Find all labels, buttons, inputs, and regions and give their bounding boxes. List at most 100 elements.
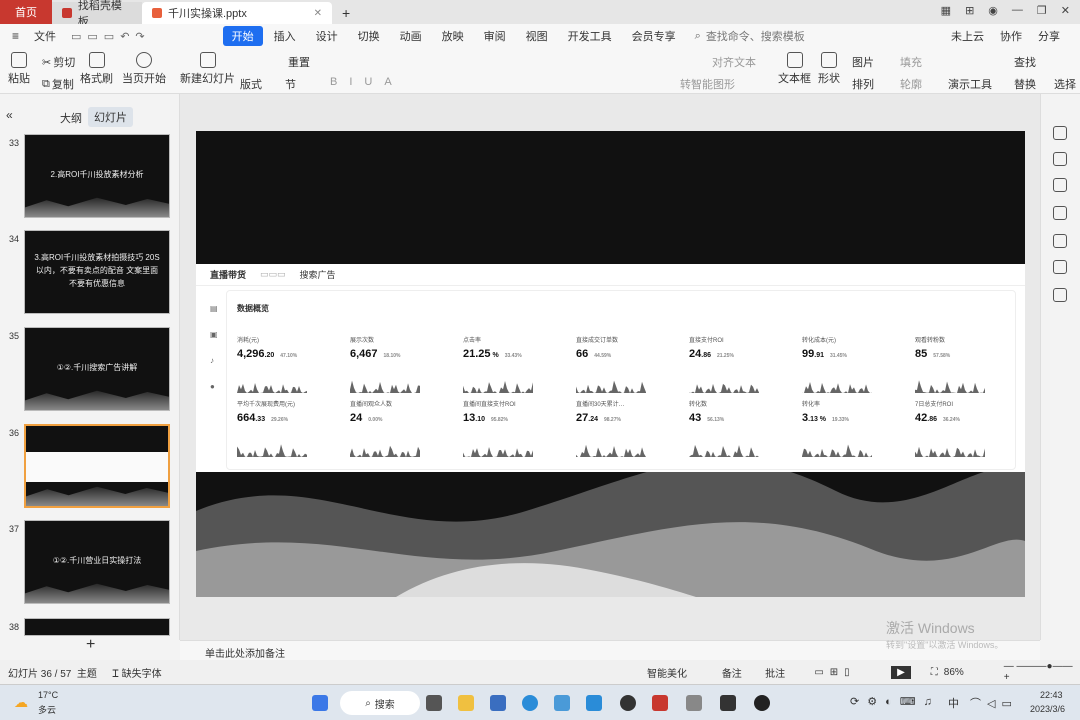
menu-file[interactable]: 文件 <box>25 26 65 46</box>
share-button[interactable]: 分享 <box>1038 28 1080 44</box>
zoom-slider[interactable]: — ———●—— + <box>964 661 1080 683</box>
menu-slideshow[interactable]: 放映 <box>433 26 473 46</box>
slide-thumbnail[interactable]: 2.高ROI千川投放素材分析 <box>24 134 170 218</box>
comment-toggle[interactable]: 批注 <box>765 665 814 680</box>
paste-button[interactable]: 粘贴 <box>8 52 30 86</box>
app-icon[interactable] <box>554 695 570 711</box>
store-icon[interactable] <box>490 695 506 711</box>
replace-button[interactable]: 替换 <box>1014 76 1036 92</box>
slide-thumbnail[interactable]: ①②.千川营业日实操打法 <box>24 520 170 604</box>
convert-smartart-button[interactable]: 转智能图形 <box>680 76 735 92</box>
metric-card[interactable]: 直接支付ROI 24.86 21.25% <box>689 335 789 393</box>
align-text-button[interactable]: 对齐文本 <box>712 54 756 70</box>
menu-design[interactable]: 设计 <box>307 26 347 46</box>
video-app-icon[interactable] <box>720 695 736 711</box>
play-from-current-button[interactable]: 当页开始 <box>122 52 166 86</box>
view-buttons[interactable]: ▭⊞▯ <box>814 667 891 678</box>
cloud-app-icon[interactable] <box>586 695 602 711</box>
tab-slides[interactable]: 幻灯片 <box>88 107 133 127</box>
clock-time[interactable]: 22:43 <box>1040 690 1063 700</box>
tab-home[interactable]: 首页 <box>0 0 52 24</box>
minimize-icon[interactable]: — <box>1012 4 1023 17</box>
menu-animation[interactable]: 动画 <box>391 26 431 46</box>
edge-icon[interactable] <box>522 695 538 711</box>
close-icon[interactable]: ✕ <box>1061 4 1070 17</box>
metric-card[interactable]: 7日总支付ROI 42.86 36.24% <box>915 399 1015 457</box>
fit-icon[interactable]: ⛶ <box>931 667 938 678</box>
menu-home[interactable]: 开始 <box>222 26 263 46</box>
app-icon[interactable] <box>686 695 702 711</box>
collab-button[interactable]: 协作 <box>1000 28 1036 44</box>
slide-thumbnail[interactable]: 3.高ROI千川投放素材拍摄技巧 20S以内，不要有卖点的配音 文案里面不要有优… <box>24 230 170 314</box>
close-tab-icon[interactable]: ✕ <box>314 8 322 19</box>
zoom-level[interactable]: 86% <box>938 667 964 678</box>
star-icon[interactable] <box>1053 178 1067 192</box>
metric-card[interactable]: 平均千次展现费用(元) 664.33 29.26% <box>237 399 337 457</box>
presentation-tools-button[interactable]: 演示工具 <box>948 76 992 92</box>
avatar[interactable]: ◉ <box>988 4 998 17</box>
start-icon[interactable] <box>312 695 328 711</box>
chrome-icon[interactable] <box>620 695 636 711</box>
layout-button[interactable]: 版式 <box>240 76 262 92</box>
metric-card[interactable]: 转化成本(元) 99.91 31.45% <box>802 335 902 393</box>
find-button[interactable]: 查找 <box>1014 54 1036 70</box>
underline-icon[interactable]: U <box>364 76 372 88</box>
tab-document[interactable]: 千川实操课.pptx ✕ <box>142 2 332 24</box>
textbox-button[interactable]: 文本框 <box>778 52 811 86</box>
tray-icons[interactable]: ⟳⚙◐⌨♫ <box>850 695 940 708</box>
menu-transition[interactable]: 切换 <box>349 26 389 46</box>
add-slide-icon[interactable]: + <box>86 636 95 654</box>
menu-member[interactable]: 会员专享 <box>623 26 685 46</box>
settings-icon[interactable] <box>1053 152 1067 166</box>
tab-outline[interactable]: 大纲 <box>60 110 82 126</box>
new-slide-button[interactable]: 新建幻灯片 <box>180 52 235 86</box>
ime-indicator[interactable]: 中 <box>948 695 959 711</box>
menu-review[interactable]: 审阅 <box>475 26 515 46</box>
command-search[interactable]: 查找命令、搜索模板 <box>703 28 805 44</box>
metric-card[interactable]: 直播间30天累计… 27.24 98.27% <box>576 399 676 457</box>
reset-button[interactable]: 重置 <box>288 54 310 70</box>
window-icon[interactable] <box>1053 234 1067 248</box>
taskbar-search[interactable]: ⌕ 搜索 <box>340 691 420 715</box>
italic-icon[interactable]: I <box>349 76 352 88</box>
shape-button[interactable]: 形状 <box>818 52 840 86</box>
slide-thumbnail-selected[interactable] <box>24 424 170 508</box>
menu-developer[interactable]: 开发工具 <box>559 26 621 46</box>
tab-template[interactable]: 找稻壳模板 <box>52 0 142 28</box>
clock-date[interactable]: 2023/3/6 <box>1030 704 1065 714</box>
cut-button[interactable]: ✂ 剪切 <box>42 54 75 70</box>
outline-button[interactable]: 轮廓 <box>900 76 922 92</box>
play-slideshow-icon[interactable]: ▶ <box>891 665 911 679</box>
section-button[interactable]: 节 <box>285 76 296 92</box>
cloud-status[interactable]: 未上云 <box>951 28 998 44</box>
menu-view[interactable]: 视图 <box>517 26 557 46</box>
metric-card[interactable]: 消耗(元) 4,296.20 47.10% <box>237 335 337 393</box>
collapse-panel-icon[interactable]: « <box>6 108 13 122</box>
metric-card[interactable]: 点击率 21.25 % 33.43% <box>463 335 563 393</box>
hamburger-icon[interactable]: ≡ <box>8 29 23 43</box>
select-button[interactable]: 选择 <box>1054 76 1076 92</box>
record-app-icon[interactable] <box>754 695 770 711</box>
grid-icon[interactable]: ⊞ <box>965 4 974 17</box>
slide-thumbnail[interactable] <box>24 618 170 636</box>
copy-button[interactable]: ⧉ 复制 <box>42 76 74 92</box>
metric-card[interactable]: 展示次数 6,467 18.10% <box>350 335 450 393</box>
network-volume-icons[interactable]: ⌒◁▭ <box>970 695 1018 711</box>
beautify-button[interactable]: 智能美化 <box>647 665 722 680</box>
magic-icon[interactable] <box>1053 126 1067 140</box>
explorer-icon[interactable] <box>458 695 474 711</box>
copy-icon[interactable] <box>1053 206 1067 220</box>
metric-card[interactable]: 转化数 43 56.13% <box>689 399 789 457</box>
bold-icon[interactable]: B <box>330 76 337 88</box>
fill-button[interactable]: 填充 <box>900 54 922 70</box>
wps-icon[interactable] <box>652 695 668 711</box>
picture-button[interactable]: 图片 <box>852 54 874 70</box>
metric-card[interactable]: 观看转粉数 85 57.58% <box>915 335 1015 393</box>
layout-icon[interactable]: ▦ <box>941 4 951 17</box>
metric-card[interactable]: 直播间直接支付ROI 13.10 95.82% <box>463 399 563 457</box>
metric-card[interactable]: 直播间观众人数 24 0.00% <box>350 399 450 457</box>
menu-insert[interactable]: 插入 <box>265 26 305 46</box>
book-icon[interactable] <box>1053 288 1067 302</box>
theme-label[interactable]: 主题 <box>77 665 112 680</box>
slide-thumbnail[interactable]: ①②.千川搜索广告讲解 <box>24 327 170 411</box>
